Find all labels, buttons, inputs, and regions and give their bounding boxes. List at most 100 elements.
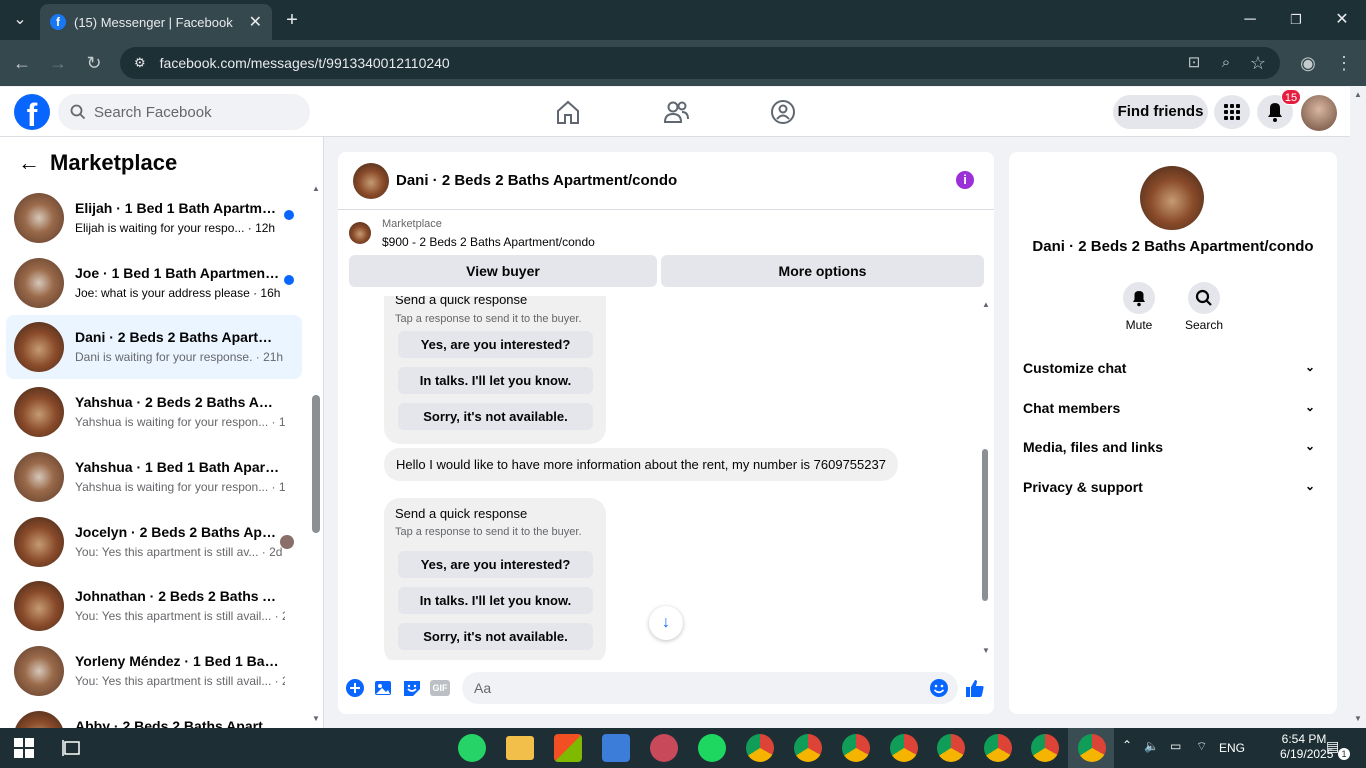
- conversation-item[interactable]: Yorleny Méndez · 1 Bed 1 Bath A... You: …: [6, 639, 302, 703]
- photos-icon[interactable]: [602, 734, 630, 762]
- page-scrollbar[interactable]: [1352, 87, 1366, 728]
- quick-reply-button[interactable]: Yes, are you interested?: [398, 331, 593, 358]
- battery-icon[interactable]: ▭: [1170, 739, 1181, 753]
- language-indicator[interactable]: ENG: [1219, 741, 1245, 755]
- chat-scrollbar[interactable]: [982, 449, 988, 601]
- tab-search-icon[interactable]: ⌄: [6, 0, 34, 40]
- chrome-icon[interactable]: [794, 734, 822, 762]
- search-conversation-button[interactable]: [1188, 282, 1220, 314]
- account-avatar[interactable]: [1301, 95, 1337, 131]
- emoji-icon[interactable]: [928, 677, 950, 699]
- address-bar[interactable]: ⚙ facebook.com/messages/t/99133400121102…: [120, 47, 1280, 79]
- plus-circle-icon[interactable]: [344, 677, 366, 699]
- wifi-icon[interactable]: ⌔: [1196, 739, 1207, 754]
- facebook-favicon-icon: f: [50, 14, 66, 30]
- system-clock[interactable]: 6:54 PM 6/19/2025: [1280, 732, 1333, 762]
- page-scroll-down-icon[interactable]: ▼: [1354, 714, 1362, 723]
- home-icon[interactable]: [553, 98, 583, 126]
- chat-members-section[interactable]: Chat members ⌄: [1023, 400, 1323, 416]
- more-options-button[interactable]: More options: [661, 255, 984, 287]
- photo-icon[interactable]: [372, 677, 394, 699]
- close-window-icon[interactable]: ✕: [1332, 0, 1352, 40]
- bookmark-star-icon[interactable]: ☆: [1240, 40, 1276, 86]
- back-arrow-icon[interactable]: ←: [18, 150, 40, 176]
- new-tab-icon[interactable]: +: [282, 0, 302, 40]
- sidebar-scrollbar[interactable]: [312, 395, 320, 533]
- conversation-item[interactable]: Joe · 1 Bed 1 Bath Apartment/... Joe: wh…: [6, 251, 302, 315]
- whatsapp-icon[interactable]: [458, 734, 486, 762]
- chrome-icon-active[interactable]: [1078, 734, 1106, 762]
- minimize-icon[interactable]: ─: [1240, 0, 1260, 40]
- conversation-item[interactable]: Yahshua · 2 Beds 2 Baths Apart... Yahshu…: [6, 380, 302, 444]
- conversation-item[interactable]: Yahshua · 1 Bed 1 Bath Apartme... Yahshu…: [6, 445, 302, 509]
- listing-title[interactable]: $900 - 2 Beds 2 Baths Apartment/condo: [382, 235, 595, 249]
- chrome-icon[interactable]: [842, 734, 870, 762]
- mute-button[interactable]: [1123, 282, 1155, 314]
- section-label: Media, files and links: [1023, 439, 1164, 455]
- chrome-icon[interactable]: [937, 734, 965, 762]
- scroll-up-icon[interactable]: ▲: [312, 184, 320, 193]
- conversation-name: Yahshua · 2 Beds 2 Baths Apart...: [75, 394, 281, 410]
- message-input[interactable]: Aa: [462, 672, 958, 704]
- contact-avatar[interactable]: [1140, 166, 1204, 230]
- show-hidden-icons[interactable]: ⌃: [1122, 738, 1132, 752]
- windows-start-icon[interactable]: [14, 738, 34, 758]
- zoom-icon[interactable]: ⌕: [1208, 40, 1244, 86]
- gif-icon[interactable]: GIF: [430, 680, 450, 696]
- volume-icon[interactable]: 🔈: [1144, 739, 1159, 753]
- conversation-avatar: [14, 517, 64, 567]
- chrome-icon[interactable]: [1031, 734, 1059, 762]
- store-icon[interactable]: [554, 734, 582, 762]
- chat-avatar[interactable]: [353, 163, 389, 199]
- restore-icon[interactable]: ❐: [1286, 0, 1306, 40]
- scroll-to-bottom-icon[interactable]: ↓: [649, 606, 683, 640]
- conversation-item[interactable]: Jocelyn · 2 Beds 2 Baths Apar... You: Ye…: [6, 510, 302, 574]
- back-icon[interactable]: ←: [4, 40, 40, 86]
- find-friends-button[interactable]: Find friends: [1113, 95, 1208, 129]
- profile-icon[interactable]: ◉: [1290, 40, 1326, 86]
- conversation-preview: You: Yes this apartment is still avail..…: [75, 674, 285, 688]
- chrome-menu-icon[interactable]: ⋮: [1326, 40, 1362, 86]
- quick-reply-button[interactable]: In talks. I'll let you know.: [398, 367, 593, 394]
- browser-tab[interactable]: f (15) Messenger | Facebook ✕: [40, 4, 272, 40]
- customize-chat-section[interactable]: Customize chat ⌄: [1023, 360, 1323, 376]
- chat-scroll-down-icon[interactable]: ▼: [982, 646, 990, 655]
- quick-reply-button[interactable]: Yes, are you interested?: [398, 551, 593, 578]
- scroll-down-icon[interactable]: ▼: [312, 714, 320, 723]
- conversation-item[interactable]: Abby · 2 Beds 2 Baths Apartmen...: [6, 704, 302, 728]
- chrome-icon[interactable]: [746, 734, 774, 762]
- groups-icon[interactable]: [768, 98, 798, 126]
- sticker-icon[interactable]: [401, 677, 423, 699]
- install-app-icon[interactable]: ⊡: [1176, 40, 1212, 86]
- page-scroll-up-icon[interactable]: ▲: [1354, 90, 1362, 99]
- chrome-icon[interactable]: [890, 734, 918, 762]
- search-icon: [70, 104, 86, 120]
- site-info-icon[interactable]: ⚙: [134, 55, 146, 71]
- chat-scroll-up-icon[interactable]: ▲: [982, 300, 990, 309]
- friends-icon[interactable]: [661, 98, 691, 126]
- privacy-support-section[interactable]: Privacy & support ⌄: [1023, 479, 1323, 495]
- media-files-links-section[interactable]: Media, files and links ⌄: [1023, 439, 1323, 455]
- forward-icon[interactable]: →: [40, 40, 76, 86]
- conversation-item[interactable]: Elijah · 1 Bed 1 Bath Apartment... Elija…: [6, 186, 302, 250]
- view-buyer-button[interactable]: View buyer: [349, 255, 657, 287]
- reload-icon[interactable]: ↻: [76, 40, 112, 86]
- paint-icon[interactable]: [650, 734, 678, 762]
- facebook-logo-icon[interactable]: f: [14, 94, 50, 133]
- menu-grid-button[interactable]: [1214, 95, 1250, 129]
- task-view-icon[interactable]: [62, 738, 82, 758]
- clock-time: 6:54 PM: [1281, 732, 1327, 746]
- facebook-search-input[interactable]: Search Facebook: [58, 94, 310, 130]
- close-tab-icon[interactable]: ✕: [249, 12, 262, 32]
- quick-reply-button[interactable]: In talks. I'll let you know.: [398, 587, 593, 614]
- spotify-icon[interactable]: [698, 734, 726, 762]
- conversation-item[interactable]: Johnathan · 2 Beds 2 Baths Apar... You: …: [6, 574, 302, 638]
- quick-reply-button[interactable]: Sorry, it's not available.: [398, 623, 593, 650]
- chrome-icon[interactable]: [984, 734, 1012, 762]
- info-icon[interactable]: i: [956, 171, 974, 189]
- thumbs-up-icon[interactable]: [964, 677, 986, 699]
- chat-title[interactable]: Dani · 2 Beds 2 Baths Apartment/condo: [396, 172, 677, 189]
- quick-reply-button[interactable]: Sorry, it's not available.: [398, 403, 593, 430]
- file-explorer-icon[interactable]: [506, 736, 534, 760]
- conversation-item-selected[interactable]: Dani · 2 Beds 2 Baths Apartmen... Dani i…: [6, 315, 302, 379]
